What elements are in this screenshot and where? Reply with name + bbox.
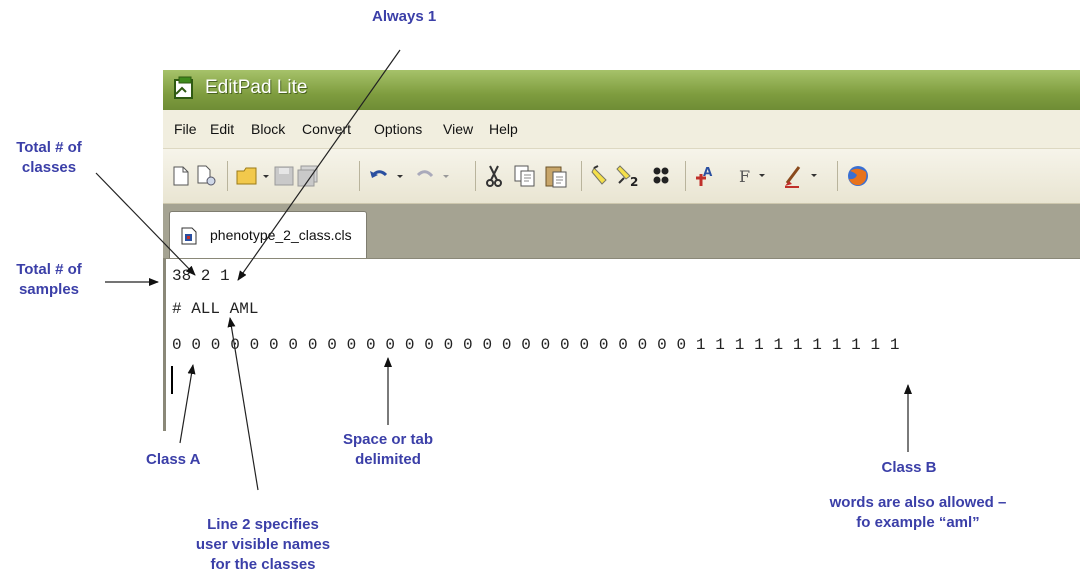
arrow-always-1 [237, 49, 401, 281]
annotation-space-tab-line-1: Space or tab [342, 431, 434, 448]
annotation-line-2: Line 2 specifies user visible names for … [168, 515, 358, 575]
annotation-always-1: Always 1 [372, 8, 437, 25]
annotation-total-samples-line-2: samples [18, 281, 80, 298]
annotation-space-tab-line-2: delimited [355, 451, 421, 468]
annotation-total-classes: Total # of classes [4, 138, 94, 178]
annotation-line-2-text-2: user visible names [195, 536, 331, 553]
arrow-class-a [179, 364, 196, 444]
annotation-line-2-text-3: for the classes [210, 556, 316, 573]
annotation-space-tab: Space or tab delimited [318, 430, 458, 470]
annotation-line-2-text-1: Line 2 specifies [207, 516, 319, 533]
annotation-total-classes-line-2: classes [21, 159, 77, 176]
arrow-line-2 [227, 317, 259, 491]
annotation-class-a: Class A [146, 451, 201, 468]
annotation-class-b: Class B [881, 459, 937, 476]
annotation-words-allowed: words are also allowed – fo example “aml… [798, 493, 1038, 533]
arrow-total-classes [95, 172, 196, 276]
annotation-words-line-2: fo example “aml” [856, 514, 980, 531]
annotation-total-samples: Total # of samples [4, 260, 94, 300]
annotation-words-line-1: words are also allowed – [829, 494, 1007, 511]
annotation-total-classes-line-1: Total # of [16, 139, 82, 156]
annotation-total-samples-line-1: Total # of [16, 261, 82, 278]
